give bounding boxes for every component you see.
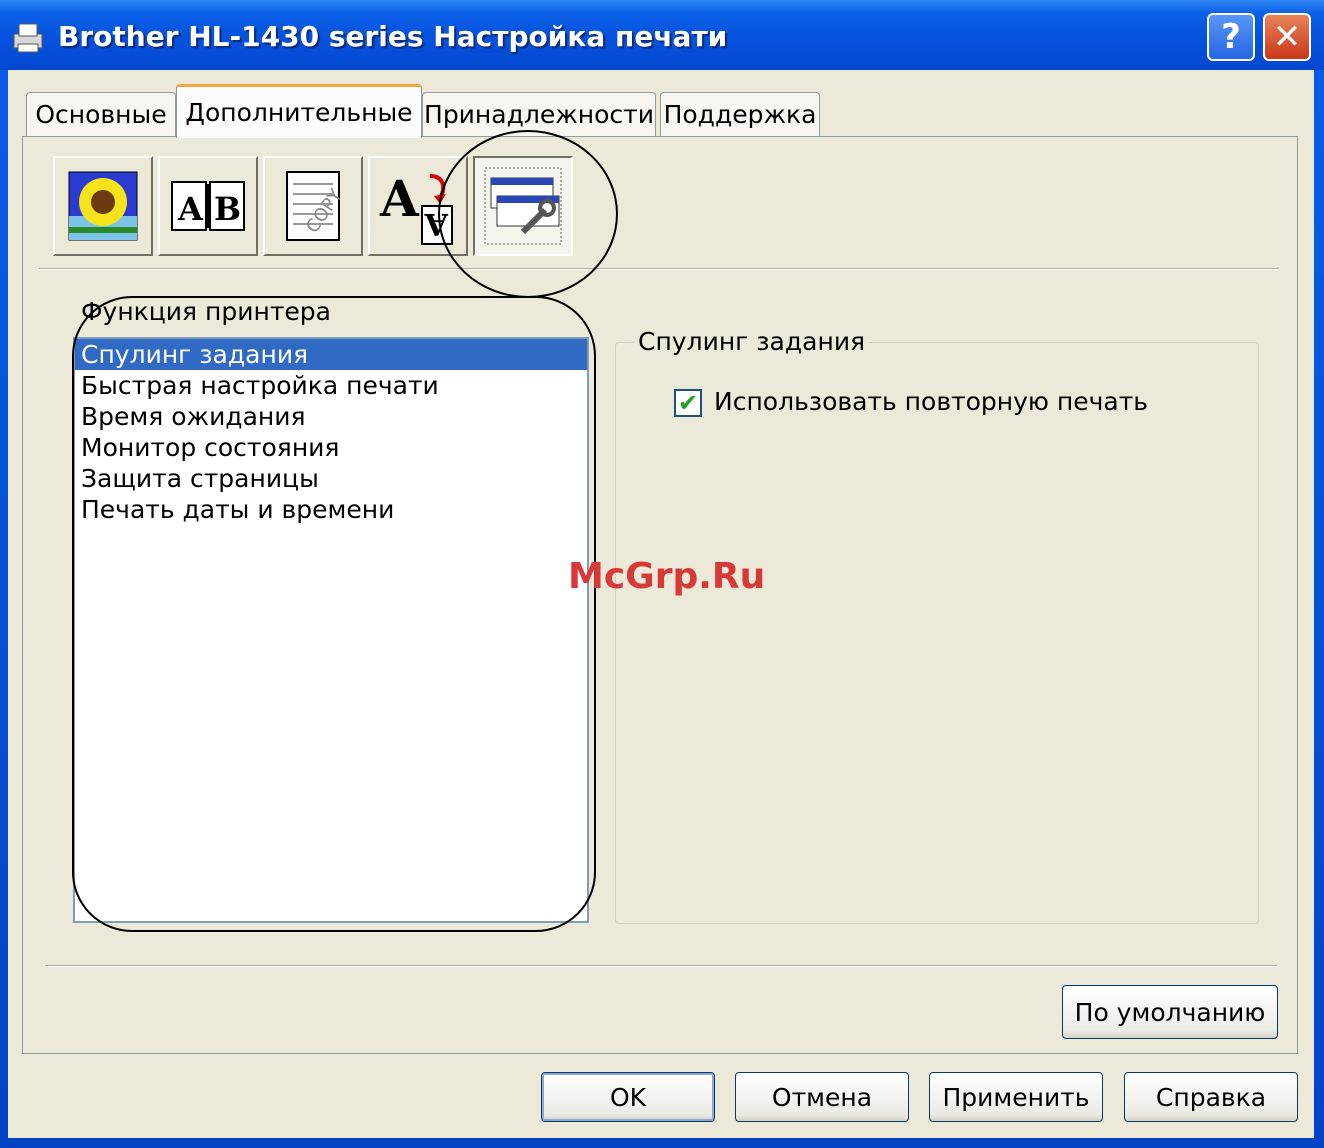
bottom-separator: [45, 965, 1277, 967]
font-big-letter: A: [379, 169, 420, 228]
apply-button[interactable]: Применить: [929, 1072, 1103, 1122]
list-item[interactable]: Быстрая настройка печати: [75, 370, 587, 401]
font-small-letter: A: [424, 206, 449, 241]
window-title: Brother HL-1430 series Настройка печати: [58, 20, 728, 53]
close-button[interactable]: ✕: [1263, 13, 1311, 61]
list-item[interactable]: Печать даты и времени: [75, 494, 587, 525]
printer-icon: [10, 20, 46, 54]
spooling-group: Спулинг задания ✔ Использовать повторную…: [615, 327, 1259, 924]
close-icon: ✕: [1272, 17, 1302, 57]
help-title-button[interactable]: ?: [1207, 13, 1255, 61]
tab-label: Основные: [35, 100, 167, 129]
list-item[interactable]: Время ожидания: [75, 401, 587, 432]
list-item[interactable]: Монитор состояния: [75, 432, 587, 463]
list-item[interactable]: Защита страницы: [75, 463, 587, 494]
ok-button[interactable]: OK: [541, 1072, 715, 1122]
ab-letter-a: A: [177, 190, 204, 228]
reprint-checkbox[interactable]: ✔: [674, 389, 702, 417]
tab-accessories[interactable]: Принадлежности: [422, 92, 656, 136]
tab-support[interactable]: Поддержка: [660, 92, 820, 136]
duplex-button[interactable]: A B: [158, 156, 258, 256]
function-listbox[interactable]: Спулинг задания Быстрая настройка печати В…: [73, 337, 589, 923]
defaults-button[interactable]: По умолчанию: [1062, 985, 1278, 1039]
device-options-icon: [484, 167, 562, 245]
quality-button[interactable]: [53, 156, 153, 256]
site-watermark: McGrp.Ru: [568, 556, 766, 597]
cancel-button[interactable]: Отмена: [735, 1072, 909, 1122]
duplex-ab-icon: A B: [171, 181, 245, 231]
check-icon: ✔: [677, 389, 699, 417]
question-icon: ?: [1221, 17, 1241, 57]
scaling-button[interactable]: A A: [368, 156, 468, 256]
tab-basic[interactable]: Основные: [26, 92, 176, 136]
watermark-button[interactable]: COPY: [263, 156, 363, 256]
tab-label: Поддержка: [663, 100, 817, 129]
sunflower-icon: [68, 171, 138, 241]
device-options-button[interactable]: [473, 156, 573, 256]
toolbar-separator: [39, 268, 1279, 270]
tab-advanced[interactable]: Дополнительные: [176, 84, 422, 138]
function-label: Функция принтера: [81, 297, 331, 326]
group-title: Спулинг задания: [634, 327, 870, 356]
help-button[interactable]: Справка: [1124, 1072, 1298, 1122]
ab-letter-b: B: [214, 190, 241, 228]
tab-label: Принадлежности: [424, 100, 654, 129]
copy-watermark-icon: COPY: [286, 171, 343, 241]
title-bar[interactable]: Brother HL-1430 series Настройка печати …: [0, 0, 1324, 70]
reprint-checkbox-label[interactable]: Использовать повторную печать: [714, 387, 1148, 416]
tab-label: Дополнительные: [185, 98, 413, 127]
list-item[interactable]: Спулинг задания: [75, 339, 587, 370]
font-scale-icon: A A: [379, 169, 453, 245]
dialog-client: Основные Дополнительные Принадлежности П…: [8, 70, 1314, 1138]
